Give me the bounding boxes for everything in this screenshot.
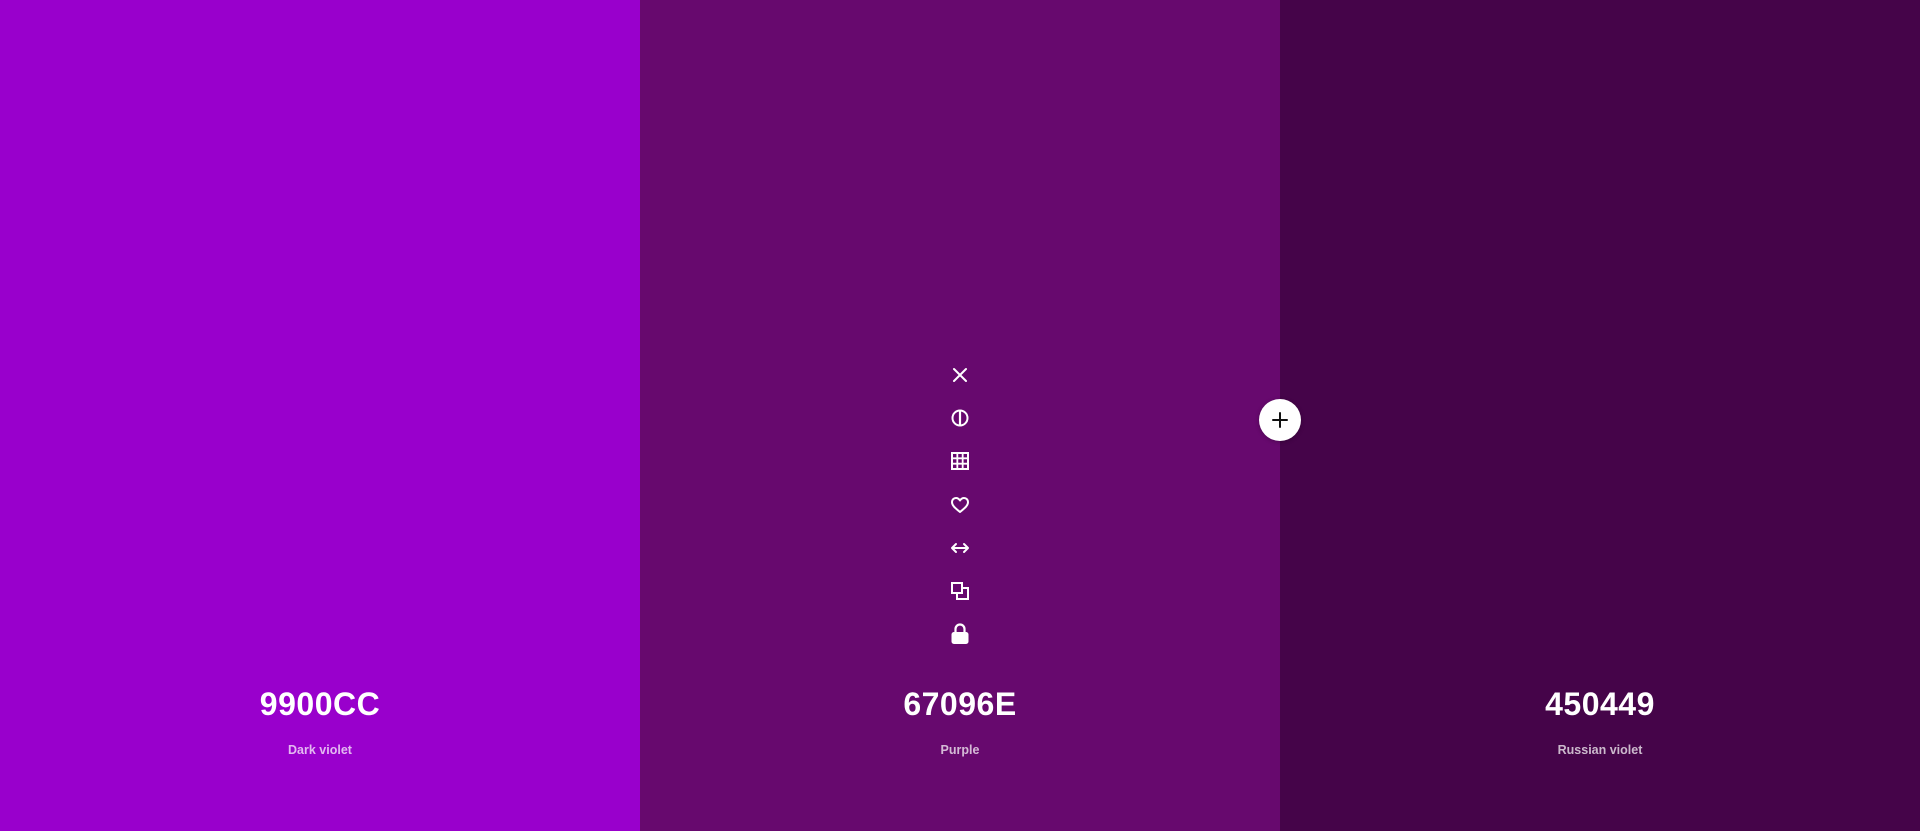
hex-code[interactable]: 67096E — [640, 684, 1280, 724]
heart-icon — [951, 496, 969, 513]
hex-code[interactable]: 450449 — [1280, 684, 1920, 724]
color-name[interactable]: Dark violet — [0, 741, 640, 759]
color-name[interactable]: Purple — [640, 741, 1280, 759]
color-swatch-3[interactable]: 450449 Russian violet — [1280, 0, 1920, 831]
add-color-button[interactable] — [1259, 399, 1301, 441]
color-palette: 9900CC Dark violet 67096E Purple 450449 … — [0, 0, 1920, 831]
arrows-horizontal-icon — [951, 542, 969, 553]
grid-view-button[interactable] — [942, 440, 978, 483]
grid-icon — [951, 452, 969, 471]
copy-hex-button[interactable] — [942, 569, 978, 612]
copy-icon — [951, 582, 969, 601]
close-icon — [953, 367, 967, 382]
color-name[interactable]: Russian violet — [1280, 741, 1920, 759]
contrast-icon — [951, 409, 969, 427]
plus-icon — [1272, 412, 1288, 428]
lock-icon — [951, 623, 969, 645]
view-shades-button[interactable] — [942, 396, 978, 439]
drag-button[interactable] — [942, 526, 978, 569]
color-swatch-2[interactable]: 67096E Purple — [640, 0, 1280, 831]
remove-color-button[interactable] — [942, 353, 978, 396]
color-swatch-1[interactable]: 9900CC Dark violet — [0, 0, 640, 831]
lock-color-button[interactable] — [942, 613, 978, 656]
hex-code[interactable]: 9900CC — [0, 684, 640, 724]
save-color-button[interactable] — [942, 483, 978, 526]
swatch-toolbar — [942, 353, 978, 656]
